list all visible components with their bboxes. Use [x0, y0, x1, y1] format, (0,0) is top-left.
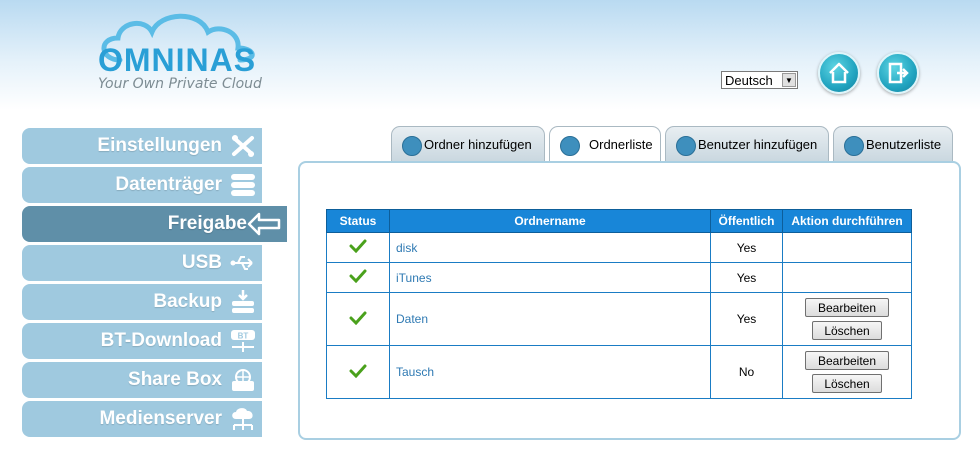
column-header-status: Status [326, 209, 390, 233]
table-row: disk Yes [326, 232, 912, 263]
delete-button[interactable]: Löschen [812, 321, 882, 340]
tab-label: Benutzerliste [866, 137, 942, 152]
public-value: Yes [710, 232, 783, 263]
share-arrow-icon [247, 212, 281, 236]
backup-icon [232, 290, 254, 313]
action-cell: Bearbeiten Löschen [782, 345, 912, 399]
folder-name[interactable]: disk [389, 232, 711, 263]
sidebar-item-label: Einstellungen [97, 135, 222, 156]
home-icon [829, 62, 849, 84]
tools-icon [232, 135, 254, 157]
sidebar-item-backup[interactable]: Backup [22, 284, 262, 320]
add-folder-icon [402, 136, 422, 156]
folder-name[interactable]: Daten [389, 292, 711, 346]
usb-icon [230, 256, 253, 270]
column-header-aktion: Aktion durchführen [782, 209, 912, 233]
sidebar-item-label: USB [181, 252, 222, 273]
sidebar-item-label: Datenträger [115, 174, 222, 195]
tab-ordnerliste[interactable]: Ordnerliste [549, 126, 661, 163]
action-cell: Bearbeiten Löschen [782, 292, 912, 346]
tab-ordner-hinzufuegen[interactable]: Ordner hinzufügen [391, 126, 545, 162]
tab-label: Ordnerliste [589, 137, 653, 152]
sidebar-item-label: Freigabe [167, 213, 247, 234]
language-select[interactable]: Deutsch ▼ [721, 71, 798, 89]
folder-table: Status Ordnername Öffentlich Aktion durc… [326, 209, 912, 399]
column-header-oeffentlich: Öffentlich [710, 209, 783, 233]
add-user-icon [676, 136, 696, 156]
status-cell [326, 292, 390, 346]
media-server-icon [232, 408, 253, 430]
status-cell [326, 232, 390, 263]
tab-label: Ordner hinzufügen [424, 137, 532, 152]
tab-benutzerliste[interactable]: Benutzerliste [833, 126, 953, 162]
sidebar-item-share-box[interactable]: Share Box [22, 362, 262, 398]
sidebar-item-label: Backup [153, 291, 222, 312]
sidebar-item-bt-download[interactable]: BT-Download BT [22, 323, 262, 359]
omninas-logo: OMNINAS Your Own Private Cloud [90, 8, 270, 98]
column-header-ordnername: Ordnername [389, 209, 711, 233]
sidebar-item-label: Share Box [128, 369, 222, 390]
status-cell [326, 262, 390, 293]
svg-text:BT: BT [238, 332, 249, 341]
public-value: Yes [710, 262, 783, 293]
table-row: iTunes Yes [326, 262, 912, 293]
user-list-icon [844, 136, 864, 156]
logout-button[interactable] [877, 52, 919, 94]
check-icon [349, 269, 367, 284]
tab-benutzer-hinzufuegen[interactable]: Benutzer hinzufügen [665, 126, 829, 162]
sidebar-item-medienserver[interactable]: Medienserver [22, 401, 262, 437]
edit-button[interactable]: Bearbeiten [805, 298, 889, 317]
status-cell [326, 345, 390, 399]
table-row: Tausch No Bearbeiten Löschen [326, 345, 912, 399]
chevron-down-icon[interactable]: ▼ [782, 73, 796, 87]
table-row: Daten Yes Bearbeiten Löschen [326, 292, 912, 346]
folder-list-icon [560, 136, 580, 156]
check-icon [349, 311, 367, 325]
disk-stack-icon [231, 174, 255, 196]
edit-button[interactable]: Bearbeiten [805, 351, 889, 370]
check-icon [349, 239, 367, 254]
sidebar-item-freigabe[interactable]: Freigabe [22, 206, 287, 242]
language-value: Deutsch [725, 73, 773, 88]
action-cell [782, 232, 912, 263]
logo-brand: OMNINAS [98, 42, 257, 78]
tab-label: Benutzer hinzufügen [698, 137, 818, 152]
action-cell [782, 262, 912, 293]
public-value: No [710, 345, 783, 399]
check-icon [349, 364, 367, 378]
delete-button[interactable]: Löschen [812, 374, 882, 393]
logo-tagline: Your Own Private Cloud [98, 76, 262, 92]
sidebar-item-einstellungen[interactable]: Einstellungen [22, 128, 262, 164]
sidebar-item-datentraeger[interactable]: Datenträger [22, 167, 262, 203]
table-header-row: Status Ordnername Öffentlich Aktion durc… [326, 209, 912, 233]
bt-download-icon: BT [231, 330, 255, 352]
logout-icon [888, 62, 909, 84]
home-button[interactable] [818, 52, 860, 94]
sidebar-item-label: BT-Download [100, 330, 222, 351]
share-box-icon [232, 369, 254, 391]
sidebar-item-label: Medienserver [99, 408, 222, 429]
public-value: Yes [710, 292, 783, 346]
sidebar-item-usb[interactable]: USB [22, 245, 262, 281]
folder-name[interactable]: iTunes [389, 262, 711, 293]
folder-name[interactable]: Tausch [389, 345, 711, 399]
